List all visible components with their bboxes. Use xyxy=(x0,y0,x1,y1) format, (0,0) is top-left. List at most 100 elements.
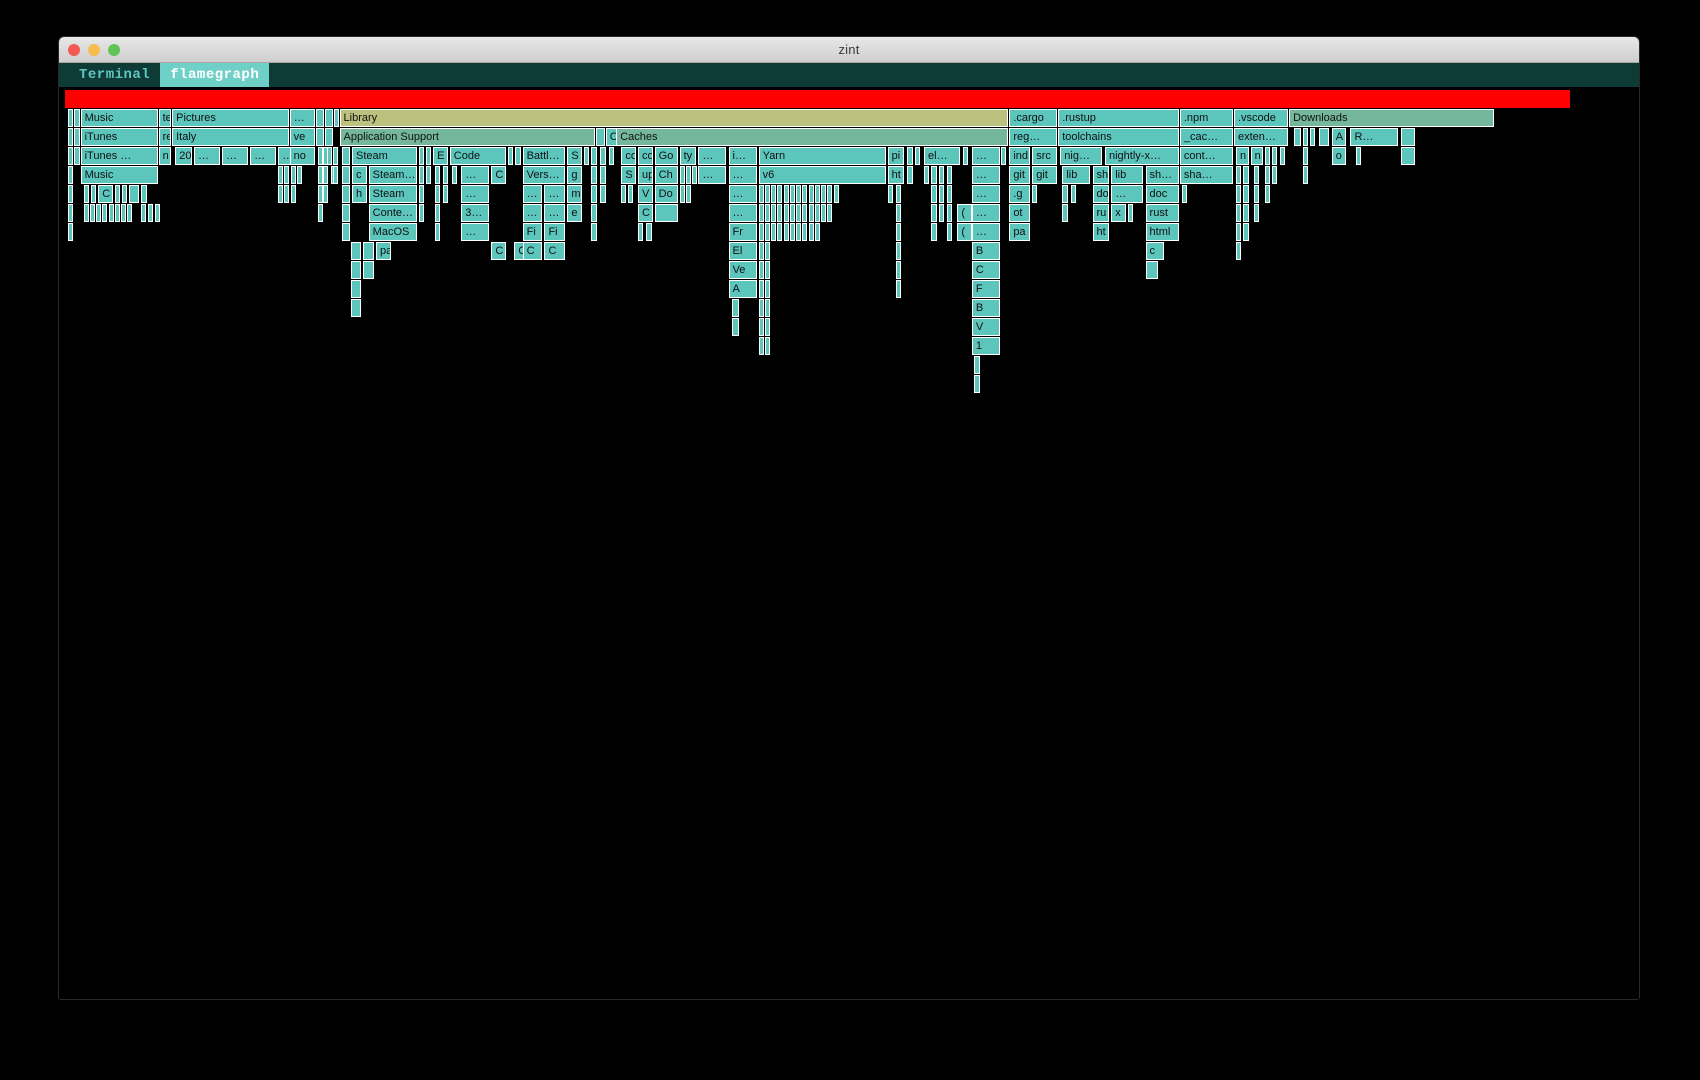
flame-frame[interactable]: m xyxy=(567,185,582,203)
flame-frame[interactable]: Code xyxy=(449,147,506,165)
flame-frame[interactable]: o xyxy=(1331,147,1347,165)
flame-frame[interactable] xyxy=(895,204,902,222)
flame-frame[interactable] xyxy=(341,147,350,165)
flame-frame[interactable]: te xyxy=(158,109,172,127)
flame-frame[interactable] xyxy=(290,185,296,203)
flame-frame[interactable]: … xyxy=(461,185,490,203)
flame-frame[interactable] xyxy=(1181,185,1188,203)
flame-frame[interactable] xyxy=(96,204,102,222)
flame-frame[interactable] xyxy=(296,166,302,184)
flame-frame[interactable] xyxy=(1253,166,1259,184)
flame-frame[interactable]: … xyxy=(193,147,220,165)
flame-frame[interactable] xyxy=(1272,166,1278,184)
flame-frame[interactable]: co xyxy=(621,147,636,165)
flame-frame[interactable] xyxy=(758,299,764,317)
flame-frame[interactable] xyxy=(764,280,770,298)
flame-frame[interactable] xyxy=(924,166,930,184)
flame-frame[interactable] xyxy=(802,204,808,222)
flame-frame[interactable] xyxy=(1236,185,1242,203)
flame-frame[interactable]: exten… xyxy=(1233,128,1289,146)
flame-frame[interactable] xyxy=(68,185,74,203)
flame-frame[interactable] xyxy=(322,166,328,184)
flame-frame[interactable]: C xyxy=(491,242,506,260)
flame-frame[interactable] xyxy=(808,204,814,222)
flame-frame[interactable]: Do xyxy=(654,185,678,203)
flame-frame[interactable]: ind xyxy=(1009,147,1031,165)
flame-frame[interactable]: Music xyxy=(80,109,158,127)
flame-frame[interactable] xyxy=(783,185,789,203)
flame-frame[interactable] xyxy=(814,223,820,241)
flame-frame[interactable]: Ve xyxy=(728,261,757,279)
flame-frame[interactable] xyxy=(764,299,770,317)
flame-frame[interactable] xyxy=(325,128,334,146)
flame-frame[interactable] xyxy=(783,204,789,222)
flame-frame[interactable]: … xyxy=(461,166,490,184)
flame-frame[interactable] xyxy=(895,261,902,279)
flame-frame[interactable] xyxy=(435,204,441,222)
flame-frame[interactable]: C xyxy=(544,242,566,260)
flame-frame[interactable] xyxy=(654,204,678,222)
flame-frame[interactable] xyxy=(608,147,615,165)
flame-frame[interactable]: Downloads xyxy=(1289,109,1494,127)
flame-frame[interactable]: … xyxy=(728,204,757,222)
tab-terminal[interactable]: Terminal xyxy=(69,63,160,87)
flame-frame[interactable] xyxy=(315,128,324,146)
flame-frame[interactable]: 3… xyxy=(461,204,490,222)
flame-frame[interactable] xyxy=(122,185,128,203)
flame-frame[interactable] xyxy=(777,223,783,241)
flame-frame[interactable] xyxy=(284,185,290,203)
flame-frame[interactable] xyxy=(317,204,323,222)
flame-frame[interactable] xyxy=(914,147,920,165)
flame-frame[interactable]: … xyxy=(971,223,1000,241)
flame-frame[interactable] xyxy=(931,185,937,203)
flame-frame[interactable] xyxy=(827,204,833,222)
flame-frame[interactable]: … xyxy=(544,185,566,203)
flame-frame[interactable] xyxy=(68,204,74,222)
flame-frame[interactable]: pa xyxy=(1009,223,1031,241)
flame-frame[interactable]: … xyxy=(698,166,727,184)
flame-frame[interactable]: x xyxy=(1111,204,1126,222)
flame-frame[interactable]: C xyxy=(971,261,1000,279)
flame-frame[interactable] xyxy=(685,166,691,184)
flame-frame[interactable] xyxy=(895,280,902,298)
flame-frame[interactable] xyxy=(74,109,80,127)
flame-frame[interactable] xyxy=(931,204,937,222)
flame-frame[interactable]: src xyxy=(1032,147,1058,165)
flame-frame[interactable] xyxy=(591,147,598,165)
flame-frame[interactable] xyxy=(333,147,339,165)
flame-frame[interactable] xyxy=(333,166,339,184)
flame-frame[interactable] xyxy=(435,166,441,184)
flame-frame[interactable]: Fi xyxy=(544,223,566,241)
flame-frame[interactable]: ru xyxy=(1092,204,1110,222)
flame-frame[interactable] xyxy=(789,185,795,203)
flame-frame[interactable] xyxy=(1253,204,1259,222)
flame-frame[interactable] xyxy=(322,185,328,203)
flame-frame[interactable] xyxy=(341,166,350,184)
flame-frame[interactable]: e xyxy=(567,204,582,222)
flame-frame[interactable] xyxy=(692,166,698,184)
flame-frame[interactable] xyxy=(1062,185,1068,203)
flame-frame[interactable] xyxy=(1319,128,1329,146)
flame-frame[interactable]: … xyxy=(544,204,566,222)
flame-frame[interactable]: .cargo xyxy=(1009,109,1058,127)
flame-frame[interactable] xyxy=(1294,128,1301,146)
flame-frame[interactable] xyxy=(973,375,981,393)
flame-frame[interactable]: reg… xyxy=(1009,128,1058,146)
flame-frame[interactable]: .rustup xyxy=(1058,109,1179,127)
flame-frame[interactable] xyxy=(814,204,820,222)
flame-frame[interactable] xyxy=(127,204,133,222)
flame-frame[interactable]: no xyxy=(289,147,315,165)
flame-frame[interactable]: … xyxy=(698,147,727,165)
flame-frame[interactable]: C xyxy=(522,242,543,260)
flame-frame[interactable] xyxy=(802,223,808,241)
flame-frame[interactable]: git xyxy=(1009,166,1031,184)
flame-frame[interactable]: … xyxy=(728,166,757,184)
flame-frame[interactable] xyxy=(148,204,154,222)
flame-frame[interactable] xyxy=(764,204,770,222)
flame-frame[interactable] xyxy=(938,166,944,184)
flame-frame[interactable] xyxy=(1236,223,1242,241)
flame-frame[interactable]: A xyxy=(1331,128,1347,146)
flame-frame[interactable] xyxy=(591,204,598,222)
flame-frame[interactable] xyxy=(290,166,296,184)
flame-frame[interactable] xyxy=(102,204,108,222)
